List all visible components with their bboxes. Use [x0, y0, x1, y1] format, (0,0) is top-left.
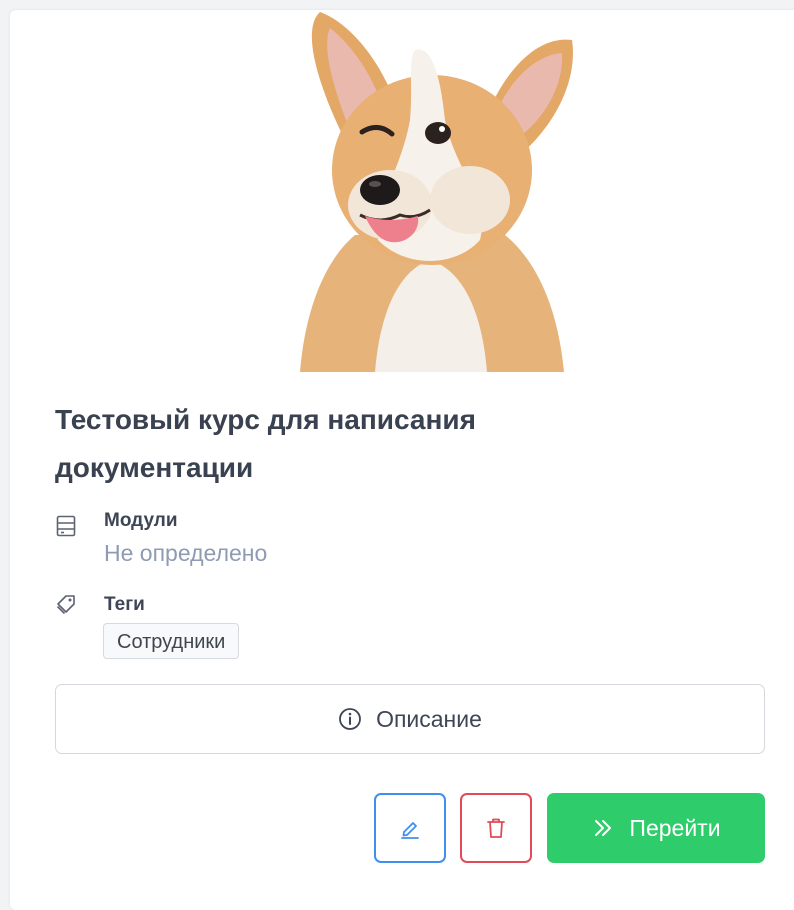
- go-button-label: Перейти: [629, 814, 721, 841]
- course-title: Тестовый курс для написания документации: [55, 404, 476, 483]
- course-card: Тестовый курс для написания документации…: [10, 10, 794, 910]
- tags-label: Теги: [104, 594, 145, 615]
- delete-button[interactable]: [460, 793, 532, 863]
- modules-value: Не определено: [104, 540, 268, 566]
- info-icon: [338, 707, 362, 731]
- modules-icon: [55, 515, 77, 537]
- description-button-label: Описание: [376, 705, 482, 732]
- tag-icon: [55, 594, 77, 616]
- edit-button[interactable]: [374, 793, 446, 863]
- trash-icon: [484, 816, 508, 840]
- description-button[interactable]: Описание: [55, 684, 765, 754]
- pencil-icon: [398, 816, 422, 840]
- course-cover-image: [280, 10, 580, 372]
- modules-label: Модули: [104, 510, 178, 531]
- go-button[interactable]: Перейти: [547, 793, 765, 863]
- tag-chip: Сотрудники: [103, 623, 240, 659]
- double-chevron-right-icon: [591, 816, 615, 840]
